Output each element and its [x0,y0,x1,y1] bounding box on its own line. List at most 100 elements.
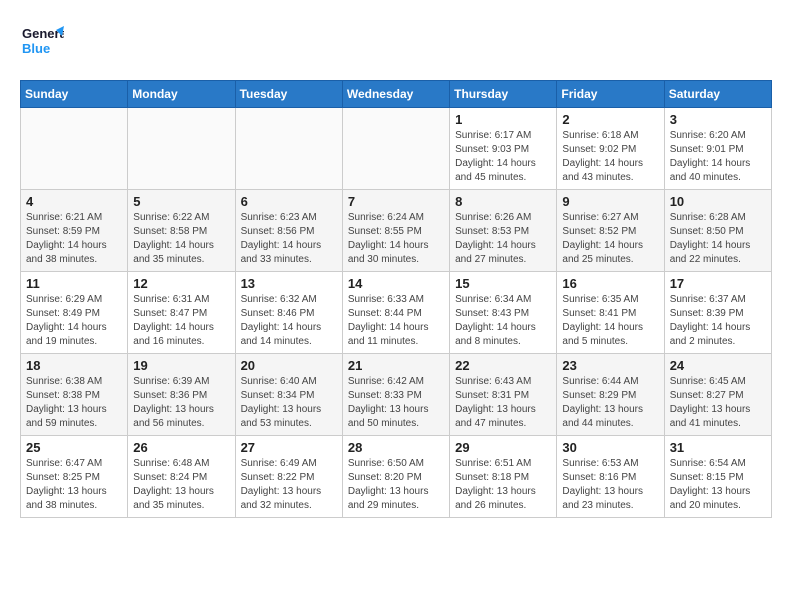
calendar-cell: 7 Sunrise: 6:24 AMSunset: 8:55 PMDaylight… [342,190,449,272]
day-info: Sunrise: 6:42 AMSunset: 8:33 PMDaylight:… [348,375,444,431]
calendar-table: SundayMondayTuesdayWednesdayThursdayFrid… [20,80,772,518]
day-number: 15 [455,276,551,291]
calendar-cell: 2 Sunrise: 6:18 AMSunset: 9:02 PMDaylight… [557,108,664,190]
weekday-header-wednesday: Wednesday [342,81,449,108]
calendar-cell [235,108,342,190]
weekday-header-tuesday: Tuesday [235,81,342,108]
calendar-cell: 25 Sunrise: 6:47 AMSunset: 8:25 PMDayligh… [21,436,128,518]
logo: General Blue [20,20,64,64]
week-row-2: 4 Sunrise: 6:21 AMSunset: 8:59 PMDaylight… [21,190,772,272]
calendar-cell: 9Sunrise: 6:27 AMSunset: 8:52 PMDaylight… [557,190,664,272]
calendar-cell: 29 Sunrise: 6:51 AMSunset: 8:18 PMDayligh… [450,436,557,518]
day-number: 1 [455,112,551,127]
day-number: 14 [348,276,444,291]
day-info: Sunrise: 6:43 AMSunset: 8:31 PMDaylight:… [455,375,551,431]
day-number: 24 [670,358,766,373]
calendar-cell: 13 Sunrise: 6:32 AMSunset: 8:46 PMDayligh… [235,272,342,354]
day-info: Sunrise: 6:35 AMSunset: 8:41 PMDaylight:… [562,293,658,349]
day-number: 9 [562,194,658,209]
calendar-cell: 17Sunrise: 6:37 AMSunset: 8:39 PMDayligh… [664,272,771,354]
calendar-cell: 16 Sunrise: 6:35 AMSunset: 8:41 PMDayligh… [557,272,664,354]
day-number: 25 [26,440,122,455]
calendar-cell: 4 Sunrise: 6:21 AMSunset: 8:59 PMDaylight… [21,190,128,272]
day-info: Sunrise: 6:50 AMSunset: 8:20 PMDaylight:… [348,457,444,513]
day-info: Sunrise: 6:31 AMSunset: 8:47 PMDaylight:… [133,293,229,349]
day-number: 23 [562,358,658,373]
day-info: Sunrise: 6:33 AMSunset: 8:44 PMDaylight:… [348,293,444,349]
day-number: 2 [562,112,658,127]
calendar-cell: 22 Sunrise: 6:43 AMSunset: 8:31 PMDayligh… [450,354,557,436]
day-info: Sunrise: 6:45 AMSunset: 8:27 PMDaylight:… [670,375,766,431]
calendar-cell: 1 Sunrise: 6:17 AMSunset: 9:03 PMDaylight… [450,108,557,190]
day-info: Sunrise: 6:49 AMSunset: 8:22 PMDaylight:… [241,457,337,513]
weekday-header-thursday: Thursday [450,81,557,108]
day-number: 13 [241,276,337,291]
logo-bird-icon: General Blue [20,20,64,64]
calendar-cell: 3Sunrise: 6:20 AMSunset: 9:01 PMDaylight… [664,108,771,190]
day-number: 4 [26,194,122,209]
calendar-cell: 19 Sunrise: 6:39 AMSunset: 8:36 PMDayligh… [128,354,235,436]
calendar-cell [128,108,235,190]
calendar-cell: 12 Sunrise: 6:31 AMSunset: 8:47 PMDayligh… [128,272,235,354]
day-info: Sunrise: 6:39 AMSunset: 8:36 PMDaylight:… [133,375,229,431]
day-info: Sunrise: 6:17 AMSunset: 9:03 PMDaylight:… [455,129,551,185]
weekday-header-row: SundayMondayTuesdayWednesdayThursdayFrid… [21,81,772,108]
day-info: Sunrise: 6:48 AMSunset: 8:24 PMDaylight:… [133,457,229,513]
day-number: 22 [455,358,551,373]
day-info: Sunrise: 6:24 AMSunset: 8:55 PMDaylight:… [348,211,444,267]
calendar-cell: 24 Sunrise: 6:45 AMSunset: 8:27 PMDayligh… [664,354,771,436]
day-info: Sunrise: 6:32 AMSunset: 8:46 PMDaylight:… [241,293,337,349]
day-info: Sunrise: 6:47 AMSunset: 8:25 PMDaylight:… [26,457,122,513]
calendar-cell: 14 Sunrise: 6:33 AMSunset: 8:44 PMDayligh… [342,272,449,354]
day-number: 8 [455,194,551,209]
calendar-cell: 26 Sunrise: 6:48 AMSunset: 8:24 PMDayligh… [128,436,235,518]
day-info: Sunrise: 6:54 AMSunset: 8:15 PMDaylight:… [670,457,766,513]
calendar-cell: 11 Sunrise: 6:29 AMSunset: 8:49 PMDayligh… [21,272,128,354]
week-row-1: 1 Sunrise: 6:17 AMSunset: 9:03 PMDaylight… [21,108,772,190]
week-row-5: 25 Sunrise: 6:47 AMSunset: 8:25 PMDayligh… [21,436,772,518]
calendar-cell: 6 Sunrise: 6:23 AMSunset: 8:56 PMDaylight… [235,190,342,272]
calendar-cell: 21Sunrise: 6:42 AMSunset: 8:33 PMDayligh… [342,354,449,436]
weekday-header-sunday: Sunday [21,81,128,108]
day-number: 12 [133,276,229,291]
calendar-cell: 30 Sunrise: 6:53 AMSunset: 8:16 PMDayligh… [557,436,664,518]
day-info: Sunrise: 6:51 AMSunset: 8:18 PMDaylight:… [455,457,551,513]
day-number: 10 [670,194,766,209]
day-info: Sunrise: 6:23 AMSunset: 8:56 PMDaylight:… [241,211,337,267]
calendar-cell: 23 Sunrise: 6:44 AMSunset: 8:29 PMDayligh… [557,354,664,436]
day-number: 16 [562,276,658,291]
page-header: General Blue [20,20,772,64]
calendar-cell: 18Sunrise: 6:38 AMSunset: 8:38 PMDayligh… [21,354,128,436]
svg-text:General: General [22,26,64,41]
day-number: 5 [133,194,229,209]
day-number: 29 [455,440,551,455]
calendar-cell: 5 Sunrise: 6:22 AMSunset: 8:58 PMDaylight… [128,190,235,272]
day-number: 17 [670,276,766,291]
weekday-header-friday: Friday [557,81,664,108]
day-number: 19 [133,358,229,373]
day-info: Sunrise: 6:21 AMSunset: 8:59 PMDaylight:… [26,211,122,267]
day-number: 30 [562,440,658,455]
calendar-cell: 10 Sunrise: 6:28 AMSunset: 8:50 PMDayligh… [664,190,771,272]
day-info: Sunrise: 6:28 AMSunset: 8:50 PMDaylight:… [670,211,766,267]
day-info: Sunrise: 6:22 AMSunset: 8:58 PMDaylight:… [133,211,229,267]
day-number: 7 [348,194,444,209]
calendar-cell: 8 Sunrise: 6:26 AMSunset: 8:53 PMDaylight… [450,190,557,272]
day-number: 26 [133,440,229,455]
day-info: Sunrise: 6:29 AMSunset: 8:49 PMDaylight:… [26,293,122,349]
day-info: Sunrise: 6:26 AMSunset: 8:53 PMDaylight:… [455,211,551,267]
day-number: 6 [241,194,337,209]
weekday-header-saturday: Saturday [664,81,771,108]
day-info: Sunrise: 6:18 AMSunset: 9:02 PMDaylight:… [562,129,658,185]
day-number: 3 [670,112,766,127]
calendar-cell: 28Sunrise: 6:50 AMSunset: 8:20 PMDayligh… [342,436,449,518]
calendar-cell: 15Sunrise: 6:34 AMSunset: 8:43 PMDayligh… [450,272,557,354]
svg-text:Blue: Blue [22,41,50,56]
day-info: Sunrise: 6:53 AMSunset: 8:16 PMDaylight:… [562,457,658,513]
calendar-cell [21,108,128,190]
week-row-4: 18Sunrise: 6:38 AMSunset: 8:38 PMDayligh… [21,354,772,436]
day-info: Sunrise: 6:44 AMSunset: 8:29 PMDaylight:… [562,375,658,431]
weekday-header-monday: Monday [128,81,235,108]
day-info: Sunrise: 6:38 AMSunset: 8:38 PMDaylight:… [26,375,122,431]
day-number: 11 [26,276,122,291]
